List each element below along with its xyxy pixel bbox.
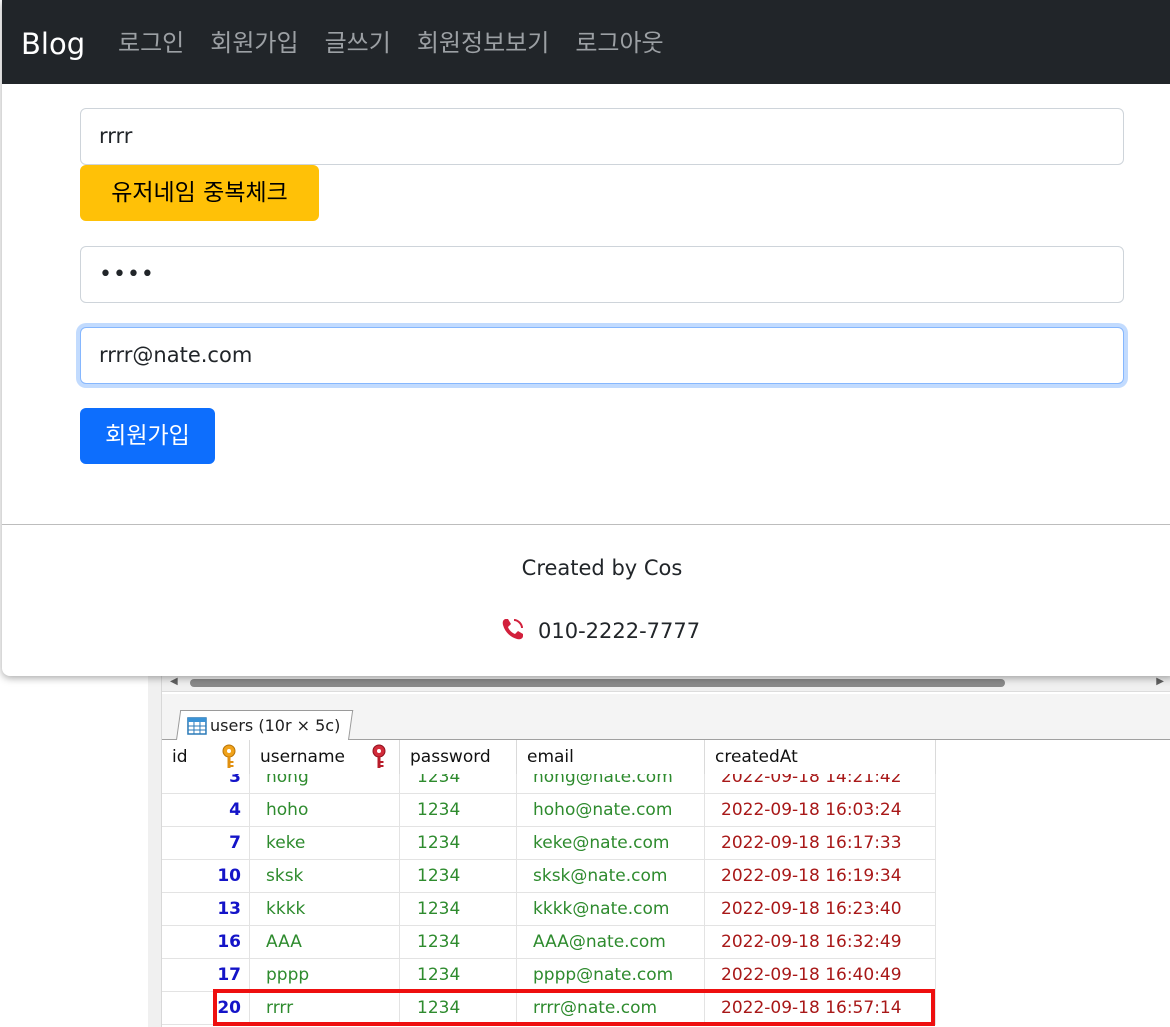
cell-username[interactable]: keke — [250, 827, 400, 860]
highlight-box-new-row — [213, 989, 935, 1026]
tab-users[interactable]: users (10r × 5c) — [176, 710, 354, 740]
cell-password[interactable]: 1234 — [400, 794, 517, 827]
column-header-email[interactable]: email — [517, 740, 705, 774]
cell-id[interactable]: 7 — [162, 827, 250, 860]
scroll-left-arrow-icon[interactable]: ◀ — [170, 677, 178, 687]
cell-id[interactable]: 13 — [162, 893, 250, 926]
cell-id[interactable]: 17 — [162, 959, 250, 992]
cell-email[interactable]: hoho@nate.com — [517, 794, 705, 827]
cell-username[interactable]: pppp — [250, 959, 400, 992]
cell-password[interactable]: 1234 — [400, 893, 517, 926]
column-header-label: email — [527, 747, 574, 767]
cell-email[interactable]: sksk@nate.com — [517, 860, 705, 893]
username-input[interactable]: rrrr — [80, 108, 1124, 165]
phone-number: 010-2222-7777 — [538, 619, 701, 643]
cell-password[interactable]: 1234 — [400, 926, 517, 959]
email-input[interactable]: rrrr@nate.com — [80, 327, 1124, 384]
phone-icon — [500, 616, 526, 646]
table-row[interactable]: 16 AAA 1234 AAA@nate.com 2022-09-18 16:3… — [162, 926, 936, 959]
db-left-panel-edge — [148, 670, 162, 1027]
footer-created-by: Created by Cos — [521, 556, 683, 580]
column-header-password[interactable]: password — [400, 740, 517, 774]
column-header-username[interactable]: username — [250, 740, 400, 774]
signup-button[interactable]: 회원가입 — [80, 408, 215, 464]
column-header-label: password — [410, 747, 491, 767]
cell-createdAt[interactable]: 2022-09-18 16:23:40 — [705, 893, 936, 926]
tab-users-label: users (10r × 5c) — [210, 716, 341, 735]
cell-createdAt[interactable]: 2022-09-18 16:03:24 — [705, 794, 936, 827]
footer-phone: 010-2222-7777 — [500, 616, 700, 646]
cell-createdAt[interactable]: 2022-09-18 16:19:34 — [705, 860, 936, 893]
nav-link-user-info[interactable]: 회원정보보기 — [417, 26, 549, 60]
nav-links: 로그인 회원가입 글쓰기 회원정보보기 로그아웃 — [118, 26, 664, 60]
column-header-label: createdAt — [715, 747, 798, 767]
cell-id[interactable]: 10 — [162, 860, 250, 893]
table-row[interactable]: 7 keke 1234 keke@nate.com 2022-09-18 16:… — [162, 827, 936, 860]
table-row[interactable]: 4 hoho 1234 hoho@nate.com 2022-09-18 16:… — [162, 794, 936, 827]
cell-email[interactable]: kkkk@nate.com — [517, 893, 705, 926]
cell-password[interactable]: 1234 — [400, 827, 517, 860]
nav-link-write[interactable]: 글쓰기 — [325, 26, 391, 60]
navbar: Blog 로그인 회원가입 글쓰기 회원정보보기 로그아웃 — [2, 0, 1170, 84]
column-header-label: username — [260, 747, 345, 767]
cell-username[interactable]: kkkk — [250, 893, 400, 926]
nav-brand[interactable]: Blog — [21, 26, 85, 62]
cell-username[interactable]: AAA — [250, 926, 400, 959]
table-icon — [187, 716, 207, 735]
scrollbar-thumb[interactable] — [190, 679, 1005, 687]
table-row[interactable]: 10 sksk 1234 sksk@nate.com 2022-09-18 16… — [162, 860, 936, 893]
nav-link-login[interactable]: 로그인 — [118, 26, 184, 60]
username-duplicate-check-button[interactable]: 유저네임 중복체크 — [80, 165, 319, 221]
browser-window: Blog 로그인 회원가입 글쓰기 회원정보보기 로그아웃 rrrr 유저네임 … — [2, 0, 1170, 676]
column-header-createdAt[interactable]: createdAt — [705, 740, 936, 774]
scroll-right-arrow-icon[interactable]: ▶ — [1156, 677, 1164, 687]
cell-email[interactable]: keke@nate.com — [517, 827, 705, 860]
table-row[interactable]: 13 kkkk 1234 kkkk@nate.com 2022-09-18 16… — [162, 893, 936, 926]
cell-createdAt[interactable]: 2022-09-18 16:17:33 — [705, 827, 936, 860]
cell-password[interactable]: 1234 — [400, 959, 517, 992]
cell-username[interactable]: sksk — [250, 860, 400, 893]
cell-createdAt[interactable]: 2022-09-18 16:40:49 — [705, 959, 936, 992]
cell-password[interactable]: 1234 — [400, 860, 517, 893]
nav-link-signup[interactable]: 회원가입 — [210, 26, 298, 60]
table-row[interactable]: 17 pppp 1234 pppp@nate.com 2022-09-18 16… — [162, 959, 936, 992]
column-header-id[interactable]: id — [162, 740, 250, 774]
cell-id[interactable]: 4 — [162, 794, 250, 827]
cell-email[interactable]: AAA@nate.com — [517, 926, 705, 959]
cell-createdAt[interactable]: 2022-09-18 16:32:49 — [705, 926, 936, 959]
cell-id[interactable]: 16 — [162, 926, 250, 959]
nav-link-logout[interactable]: 로그아웃 — [575, 26, 663, 60]
result-tab-bar: users (10r × 5c) — [162, 694, 1170, 740]
cell-username[interactable]: hoho — [250, 794, 400, 827]
footer: Created by Cos 010-2222-7777 — [2, 524, 1170, 676]
cell-email[interactable]: pppp@nate.com — [517, 959, 705, 992]
password-input[interactable]: •••• — [80, 246, 1124, 303]
column-header-label: id — [172, 747, 188, 767]
